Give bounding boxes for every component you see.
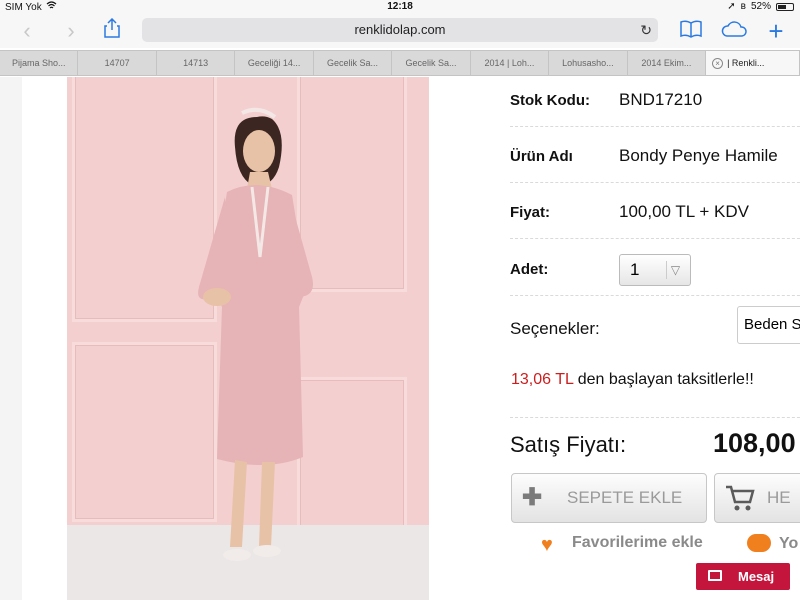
plus-icon: ✚ <box>522 484 543 511</box>
tab-item[interactable]: 14707 <box>78 51 157 75</box>
bluetooth-icon: ʙ <box>740 1 746 12</box>
tab-item[interactable]: 2014 Ekim... <box>628 51 707 75</box>
installment-text: 13,06 TL den başlayan taksitlerle!! <box>511 371 754 389</box>
price-label: Fiyat: <box>510 204 551 221</box>
model-figure <box>198 107 313 561</box>
web-page: Stok Kodu: BND17210 Ürün Adı Bondy Penye… <box>0 77 800 600</box>
favorites-link[interactable]: Favorilerime ekle <box>572 534 703 552</box>
installment-amount: 13,06 TL <box>511 371 574 388</box>
add-to-cart-button[interactable]: ✚ SEPETE EKLE <box>511 473 707 523</box>
message-label: Mesaj <box>738 569 775 584</box>
reload-icon[interactable]: ↻ <box>640 18 652 42</box>
tab-item[interactable]: 14713 <box>157 51 236 75</box>
address-bar[interactable]: renklidolap.com ↻ <box>142 18 658 42</box>
tab-item[interactable]: Gecelik Sa... <box>392 51 471 75</box>
quantity-label: Adet: <box>510 261 549 278</box>
new-tab-icon[interactable]: + <box>762 18 790 44</box>
share-icon[interactable] <box>98 17 126 44</box>
status-bar: SIM Yok 12:18 ➚ ʙ 52% <box>0 0 800 14</box>
message-button[interactable]: Mesaj <box>696 563 790 590</box>
tab-item[interactable]: Pijama Sho... <box>0 51 79 75</box>
url-text: renklidolap.com <box>354 22 446 37</box>
tab-bar: Pijama Sho... 14707 14713 Geceliği 14...… <box>0 50 800 76</box>
product-image[interactable] <box>67 77 429 600</box>
buy-now-button[interactable]: HE <box>714 473 800 523</box>
stock-code-value: BND17210 <box>619 90 703 109</box>
quantity-value: 1 <box>630 260 640 279</box>
chat-bubble-icon[interactable] <box>747 534 771 552</box>
tab-item-active[interactable]: × | Renkli... <box>706 51 800 75</box>
tab-item[interactable]: Geceliği 14... <box>235 51 314 75</box>
buy-now-label: HE <box>767 488 791 507</box>
bookmarks-icon[interactable] <box>677 18 705 44</box>
size-select[interactable]: Beden S <box>737 306 800 344</box>
price-row: Fiyat: 100,00 TL + KDV <box>510 189 800 239</box>
status-right: ➚ ʙ 52% <box>727 1 794 12</box>
add-to-cart-label: SEPETE EKLE <box>567 488 683 507</box>
close-tab-icon[interactable]: × <box>712 58 724 69</box>
chevron-down-icon: ▽ <box>666 261 684 279</box>
options-row: Seçenekler: Beden S <box>510 304 800 354</box>
sale-price-value: 108,00 <box>713 428 796 458</box>
clock: 12:18 <box>387 1 413 12</box>
cart-icon <box>726 485 755 511</box>
product-name-row: Ürün Adı Bondy Penye Hamile <box>510 133 800 183</box>
installment-note: den başlayan taksitlerle!! <box>573 371 754 388</box>
tab-item[interactable]: Lohusasho... <box>549 51 628 75</box>
active-tab-label: | Renkli... <box>727 58 765 68</box>
stock-code-label: Stok Kodu: <box>510 92 590 109</box>
quantity-row: Adet: 1 ▽ <box>510 246 800 296</box>
icloud-icon[interactable] <box>720 18 748 44</box>
tab-item[interactable]: 2014 | Loh... <box>471 51 550 75</box>
forward-icon[interactable]: › <box>57 18 85 44</box>
browser-toolbar: ‹ › renklidolap.com ↻ + <box>0 14 800 48</box>
battery-percent: 52% <box>750 1 771 12</box>
location-icon: ➚ <box>727 1 736 12</box>
mail-icon <box>708 570 722 581</box>
battery-icon <box>776 2 794 11</box>
sale-price-row: Satış Fiyatı: 108,00 <box>510 417 800 467</box>
product-name-label: Ürün Adı <box>510 148 573 165</box>
secondary-link[interactable]: Yo <box>779 535 798 553</box>
sale-price-label: Satış Fiyatı: <box>510 432 627 457</box>
heart-icon[interactable]: ♥ <box>541 534 553 557</box>
product-name-value: Bondy Penye Hamile <box>619 146 778 165</box>
product-info: Stok Kodu: BND17210 Ürün Adı Bondy Penye… <box>482 77 800 600</box>
stock-code-row: Stok Kodu: BND17210 <box>510 77 800 127</box>
price-value: 100,00 TL + KDV <box>619 202 749 221</box>
options-label: Seçenekler: <box>510 319 600 338</box>
page-gutter <box>0 77 22 600</box>
quantity-select[interactable]: 1 ▽ <box>619 254 691 286</box>
back-icon[interactable]: ‹ <box>13 18 41 44</box>
tab-item[interactable]: Gecelik Sa... <box>314 51 393 75</box>
